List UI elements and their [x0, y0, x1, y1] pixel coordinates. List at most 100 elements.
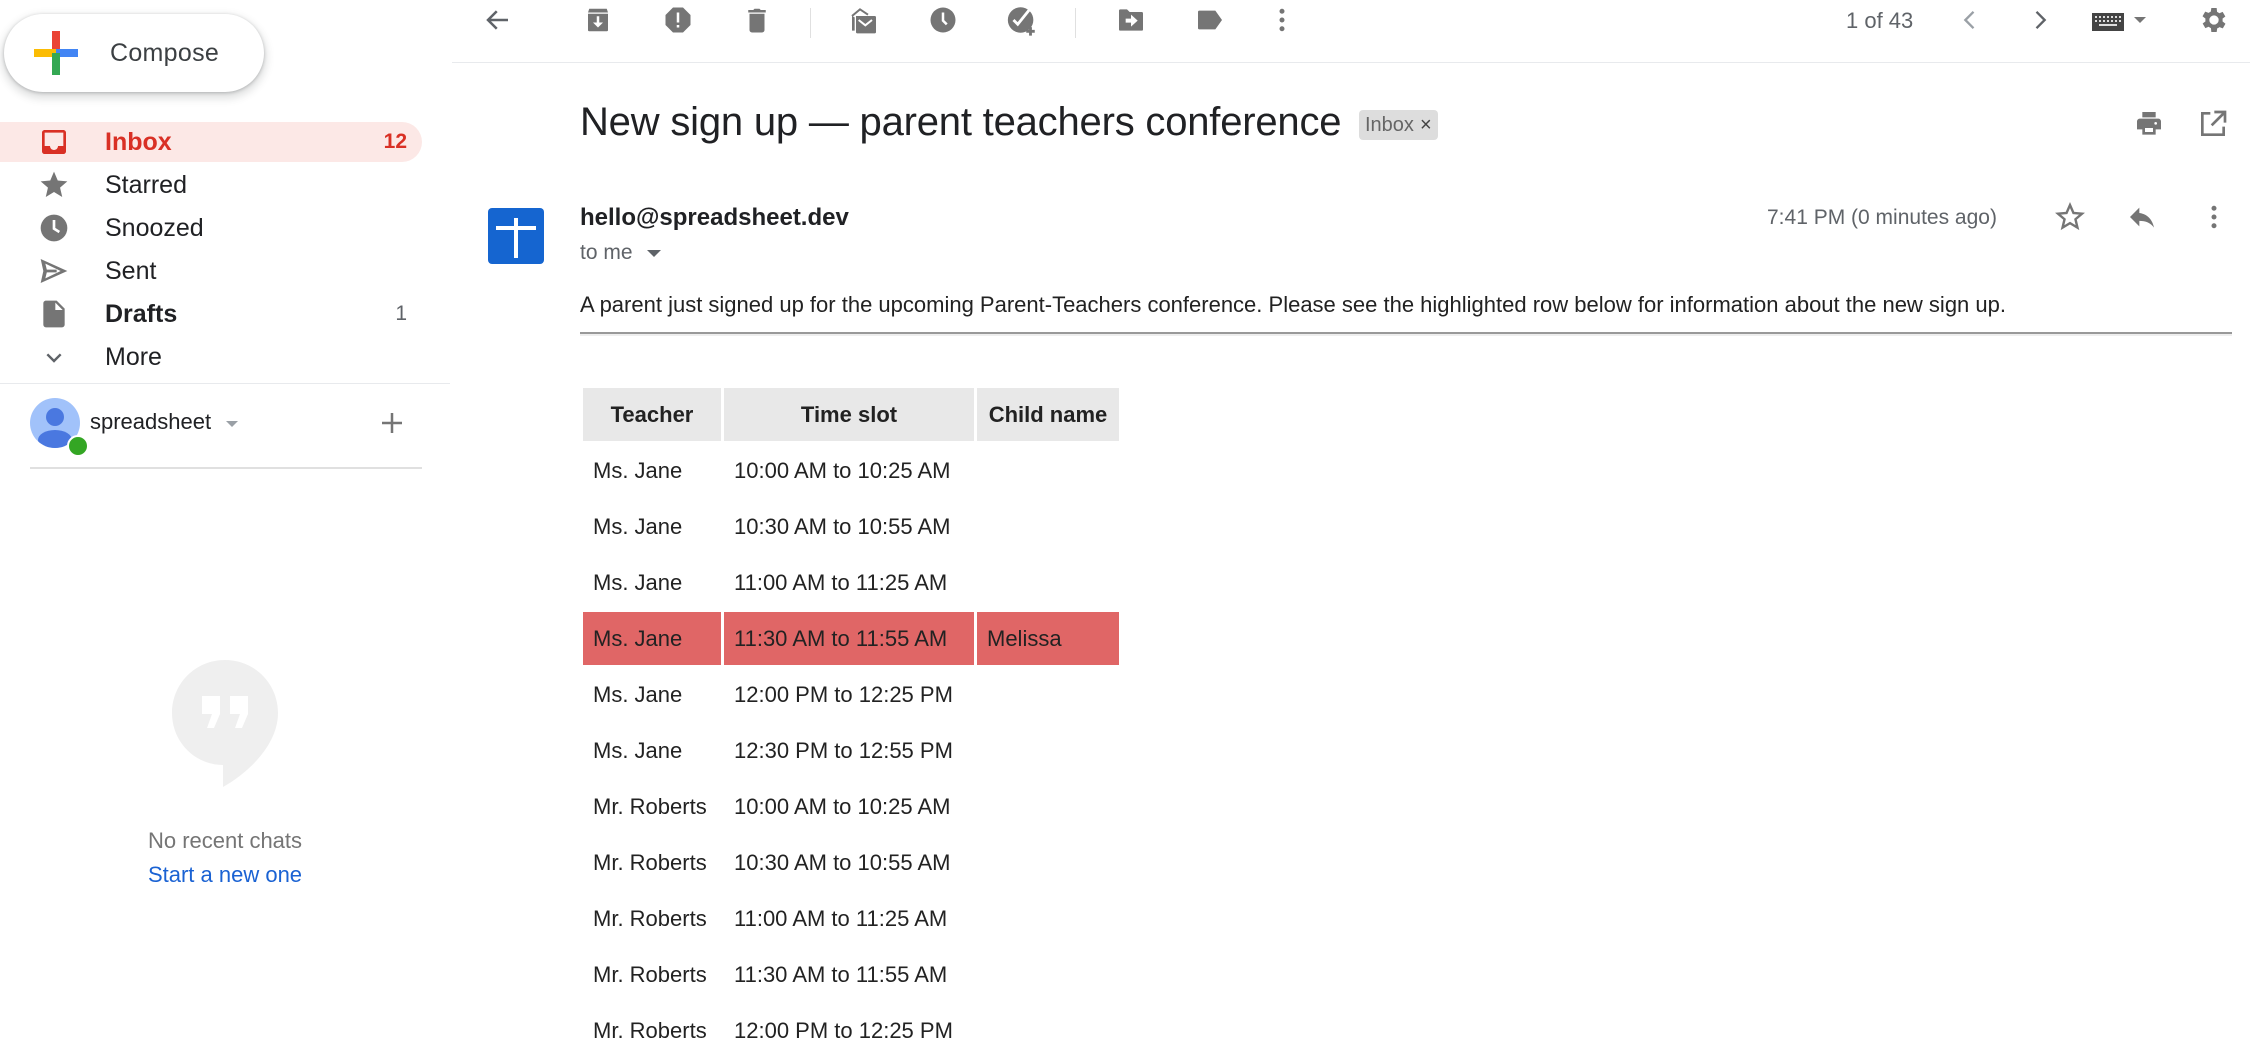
open-in-new-window-button[interactable] [2195, 106, 2231, 142]
cell-teacher: Ms. Jane [583, 612, 721, 665]
reply-button[interactable] [2124, 199, 2160, 235]
account-name[interactable]: spreadsheet [90, 409, 211, 435]
older-button[interactable] [2022, 2, 2058, 38]
sidebar-item-inbox[interactable]: Inbox 12 [0, 122, 422, 162]
column-header-time-slot: Time slot [724, 388, 974, 441]
table-header-row: Teacher Time slot Child name [583, 388, 1119, 441]
signup-table: Teacher Time slot Child name Ms. Jane 10:… [580, 385, 1122, 1060]
gear-icon [2202, 8, 2226, 32]
table-row: Ms. Jane 10:00 AM to 10:25 AM [583, 444, 1119, 497]
cell-teacher: Mr. Roberts [593, 793, 707, 819]
start-new-chat-link[interactable]: Start a new one [0, 862, 450, 888]
cell-teacher: Ms. Jane [593, 681, 683, 707]
cell-child-name [977, 1004, 1119, 1057]
column-header-teacher: Teacher [583, 388, 721, 441]
cell-time-slot: 12:30 PM to 12:55 PM [734, 737, 953, 763]
move-to-button[interactable] [1113, 2, 1149, 38]
settings-button[interactable] [2196, 2, 2232, 38]
cell-child-name [977, 836, 1119, 889]
sender-email: hello@spreadsheet.dev [580, 204, 849, 231]
cell-time-slot: 12:00 PM to 12:25 PM [734, 681, 953, 707]
cell-time-slot: 10:00 AM to 10:25 AM [734, 457, 951, 483]
compose-plus-icon [34, 31, 78, 75]
input-tools-button[interactable] [2090, 2, 2150, 38]
trash-icon [748, 8, 766, 33]
message-body-divider [580, 332, 2232, 334]
sidebar-item-snoozed[interactable]: Snoozed [0, 208, 422, 248]
cell-teacher: Mr. Roberts [593, 905, 707, 931]
print-button[interactable] [2131, 106, 2167, 142]
labels-button[interactable] [1192, 2, 1228, 38]
toolbar-separator [1075, 8, 1076, 38]
cell-child-name [977, 668, 1119, 721]
send-icon [38, 255, 70, 287]
add-to-tasks-button[interactable] [1004, 2, 1040, 38]
more-actions-button[interactable] [1264, 2, 1300, 38]
pagination-count: 1 of 43 [1846, 8, 1914, 33]
report-spam-icon [665, 7, 691, 33]
sender-logo-icon [496, 218, 536, 258]
drafts-count: 1 [395, 302, 407, 325]
cell-child-name: Melissa [977, 612, 1119, 665]
open-in-new-icon [2201, 110, 2227, 136]
sidebar-divider [0, 383, 450, 384]
message-more-button[interactable] [2196, 199, 2232, 235]
report-spam-button[interactable] [660, 2, 696, 38]
label-chip-inbox[interactable]: Inbox × [1359, 110, 1438, 140]
add-chat-button[interactable] [376, 407, 408, 439]
clock-icon [930, 7, 956, 33]
cell-teacher: Mr. Roberts [593, 849, 707, 875]
star-icon [38, 169, 70, 201]
email-subject: New sign up — parent teachers conference [580, 100, 1342, 144]
caret-down-icon[interactable] [226, 421, 238, 427]
reply-icon [2130, 207, 2154, 228]
print-icon [2137, 112, 2161, 135]
recipient-details-toggle[interactable]: to me [580, 241, 661, 265]
cell-child-name [977, 500, 1119, 553]
snooze-button[interactable] [925, 2, 961, 38]
table-row: Mr. Roberts 10:30 AM to 10:55 AM [583, 836, 1119, 889]
chevron-right-icon [2035, 11, 2047, 29]
unread-count: 12 [383, 130, 407, 153]
table-row: Ms. Jane 12:30 PM to 12:55 PM [583, 724, 1119, 777]
cell-time-slot: 11:00 AM to 11:25 AM [734, 569, 948, 595]
cell-teacher: Mr. Roberts [593, 1017, 707, 1043]
more-vertical-icon [1279, 8, 1285, 32]
sidebar-item-starred[interactable]: Starred [0, 165, 422, 205]
hangouts-account-row[interactable]: spreadsheet [30, 395, 422, 457]
cell-teacher: Ms. Jane [593, 737, 683, 763]
no-recent-chats-text: No recent chats [147, 828, 303, 853]
cell-child-name [977, 556, 1119, 609]
compose-button[interactable]: Compose [4, 14, 264, 92]
online-status-indicator [67, 435, 89, 457]
cell-child-name [977, 724, 1119, 777]
mark-unread-button[interactable] [846, 2, 882, 38]
delete-button[interactable] [739, 2, 775, 38]
cell-child-name [977, 948, 1119, 1001]
sidebar-item-more[interactable]: More [0, 337, 422, 377]
remove-label-icon[interactable]: × [1420, 114, 1432, 137]
cell-teacher: Ms. Jane [593, 457, 683, 483]
keyboard-icon [2092, 13, 2146, 31]
archive-button[interactable] [580, 2, 616, 38]
star-message-button[interactable] [2052, 199, 2088, 235]
table-row: Mr. Roberts 11:30 AM to 11:55 AM [583, 948, 1119, 1001]
clock-icon [38, 212, 70, 244]
compose-label: Compose [110, 38, 220, 67]
toolbar-separator [810, 8, 811, 38]
cell-teacher: Ms. Jane [593, 513, 683, 539]
draft-icon [38, 298, 70, 330]
sidebar-item-sent[interactable]: Sent [0, 251, 422, 291]
back-button[interactable] [480, 2, 516, 38]
move-to-folder-icon [1119, 9, 1143, 31]
sidebar-item-label: More [105, 342, 162, 371]
mark-unread-icon [851, 8, 876, 34]
chevron-left-icon [1963, 11, 1975, 29]
cell-teacher: Mr. Roberts [593, 961, 707, 987]
table-row: Mr. Roberts 12:00 PM to 12:25 PM [583, 1004, 1119, 1057]
toolbar-divider [452, 62, 2250, 63]
newer-button[interactable] [1952, 2, 1988, 38]
more-vertical-icon [2211, 205, 2217, 229]
cell-time-slot: 11:30 AM to 11:55 AM [734, 961, 948, 987]
sidebar-item-drafts[interactable]: Drafts 1 [0, 294, 422, 334]
